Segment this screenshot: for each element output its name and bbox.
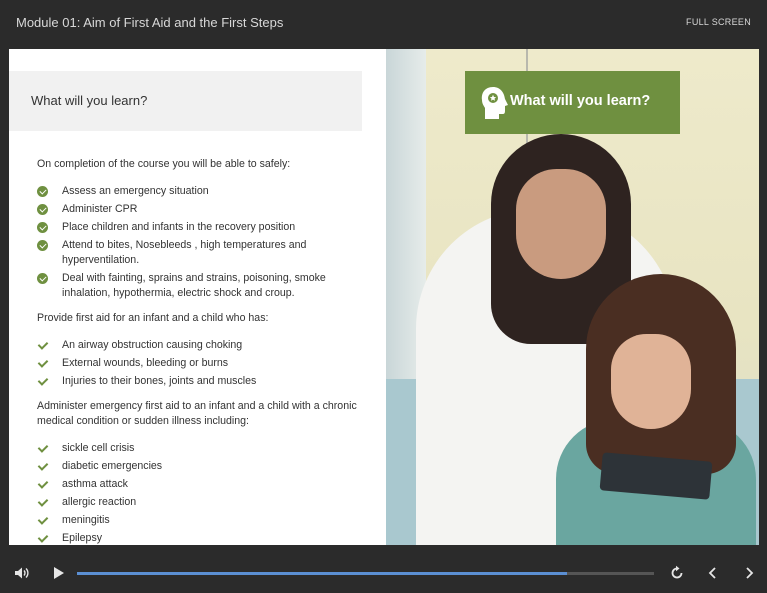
checkmark-icon: [37, 461, 48, 472]
intro-text: On completion of the course you will be …: [37, 158, 291, 170]
replay-icon[interactable]: [669, 565, 685, 581]
slide: What will you learn? On completion of th…: [9, 49, 759, 545]
checkmark-icon: [37, 515, 48, 526]
list-item: allergic reaction: [37, 495, 362, 510]
conditions-list: sickle cell crisis diabetic emergencies …: [37, 441, 362, 545]
list-item: Attend to bites, Nosebleeds , high tempe…: [37, 238, 362, 268]
first-aid-list: An airway obstruction causing choking Ex…: [37, 338, 362, 389]
child-face: [611, 334, 691, 429]
checkmark-icon: [37, 533, 48, 544]
volume-icon[interactable]: [14, 565, 30, 581]
chevron-right-icon[interactable]: [742, 566, 756, 580]
section-text: Administer emergency first aid to an inf…: [37, 400, 357, 427]
doctor-child-photo: What will you learn?: [386, 49, 759, 545]
list-item: Epilepsy: [37, 531, 362, 545]
chevron-left-icon[interactable]: [706, 566, 720, 580]
module-title: Module 01: Aim of First Aid and the Firs…: [16, 15, 284, 30]
list-item: asthma attack: [37, 477, 362, 492]
checkmark-icon: [37, 497, 48, 508]
list-item: Administer CPR: [37, 202, 362, 217]
check-circle-icon: [37, 204, 48, 215]
checkmark-icon: [37, 358, 48, 369]
check-circle-icon: [37, 240, 48, 251]
head-profile-icon: [481, 87, 508, 119]
list-item: Assess an emergency situation: [37, 184, 362, 199]
list-item: External wounds, bleeding or burns: [37, 356, 362, 371]
checkmark-icon: [37, 340, 48, 351]
check-circle-icon: [37, 222, 48, 233]
checkmark-icon: [37, 443, 48, 454]
list-item: diabetic emergencies: [37, 459, 362, 474]
player-controls: [0, 555, 767, 593]
list-item: Deal with fainting, sprains and strains,…: [37, 271, 362, 301]
list-item: sickle cell crisis: [37, 441, 362, 456]
heading-box: What will you learn?: [9, 71, 362, 131]
list-item: Place children and infants in the recove…: [37, 220, 362, 235]
list-item: Injuries to their bones, joints and musc…: [37, 374, 362, 389]
doctor-face: [516, 169, 606, 279]
slide-text-panel: What will you learn? On completion of th…: [9, 49, 386, 545]
slide-content: On completion of the course you will be …: [37, 157, 362, 545]
check-circle-icon: [37, 186, 48, 197]
list-item: An airway obstruction causing choking: [37, 338, 362, 353]
check-circle-icon: [37, 273, 48, 284]
section-text: Provide first aid for an infant and a ch…: [37, 312, 269, 324]
checkmark-icon: [37, 376, 48, 387]
top-bar: Module 01: Aim of First Aid and the Firs…: [0, 0, 767, 48]
progress-track[interactable]: [77, 572, 654, 575]
list-item: meningitis: [37, 513, 362, 528]
play-icon[interactable]: [54, 567, 64, 579]
slide-heading: What will you learn?: [31, 93, 148, 108]
badge-title: What will you learn?: [510, 93, 651, 109]
outcomes-list: Assess an emergency situation Administer…: [37, 184, 362, 301]
checkmark-icon: [37, 479, 48, 490]
learn-badge: What will you learn?: [465, 71, 680, 134]
fullscreen-button[interactable]: FULL SCREEN: [686, 17, 751, 27]
progress-fill: [77, 572, 568, 575]
